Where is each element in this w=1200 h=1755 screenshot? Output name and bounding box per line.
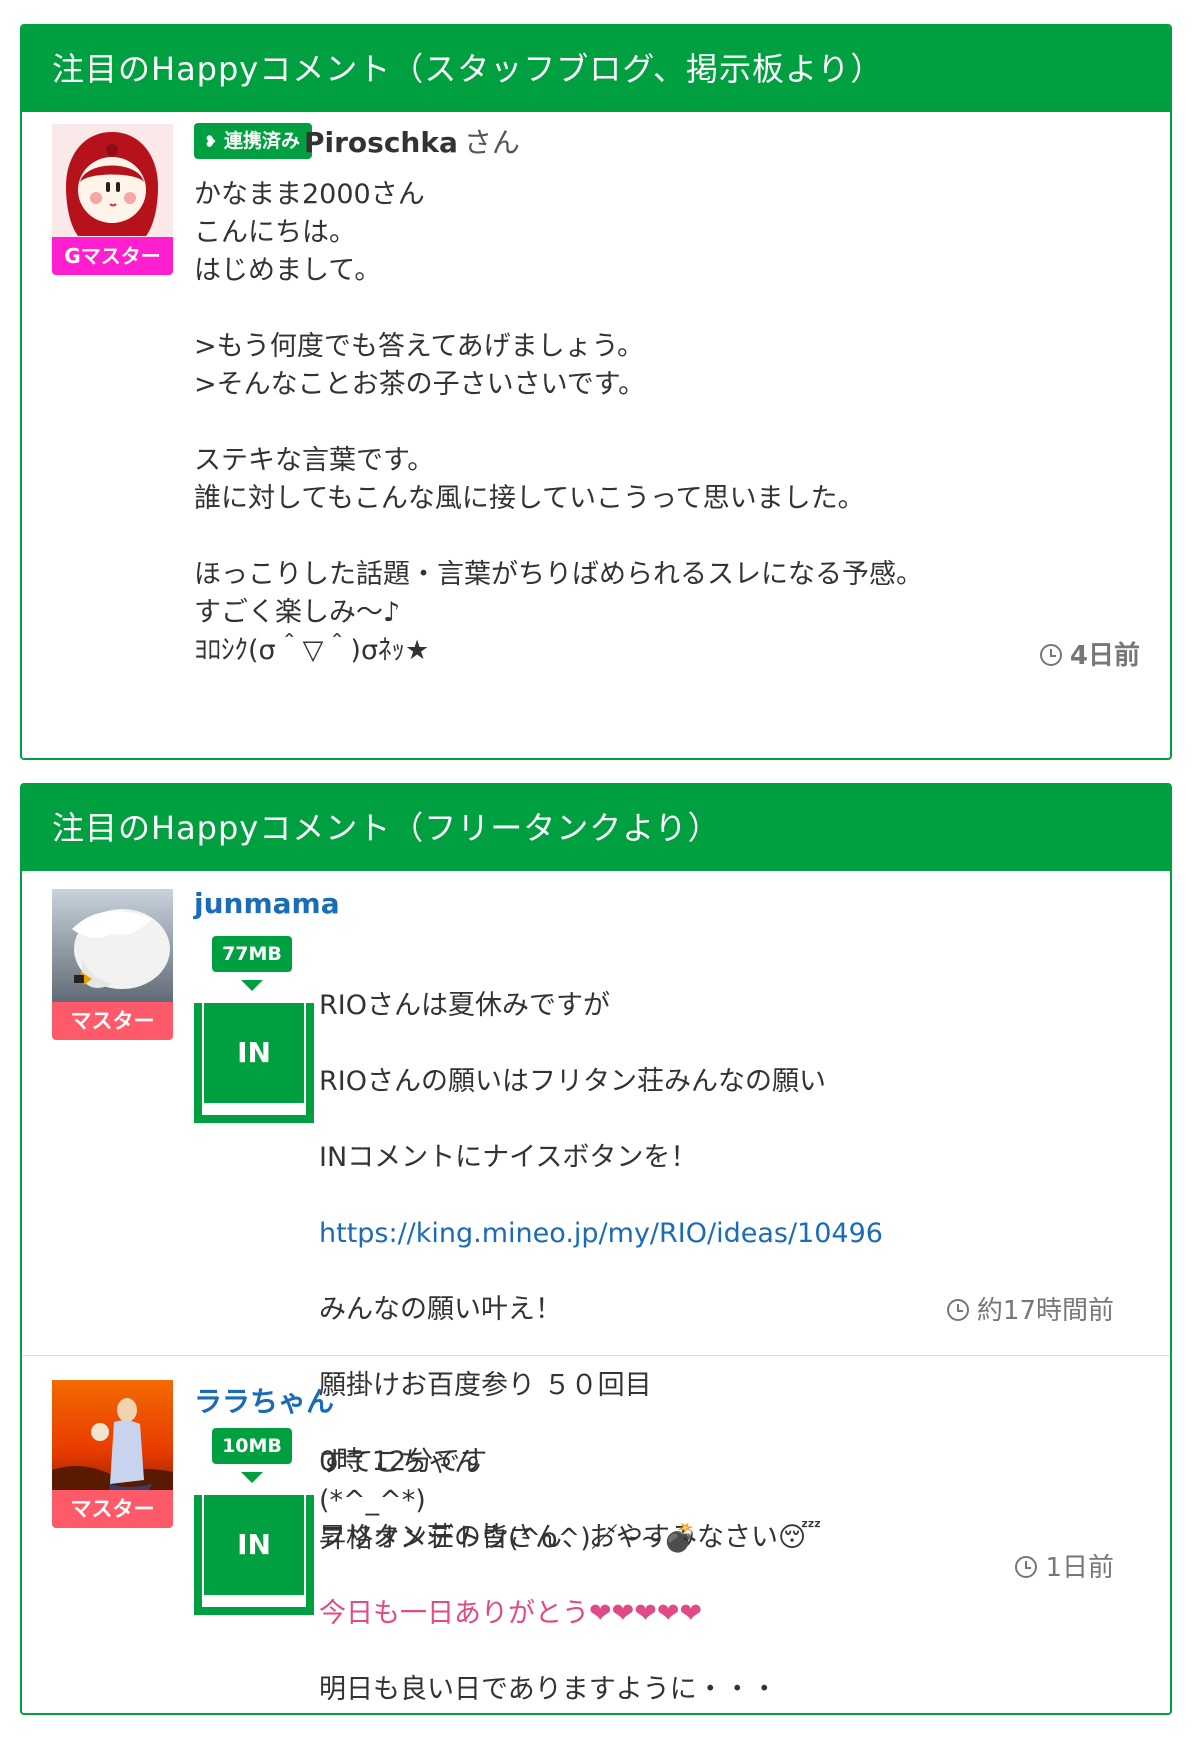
comment-avatar-block[interactable]: Gマスター <box>52 124 173 275</box>
comment-time: 約17時間前 <box>946 1290 1114 1327</box>
red-hood-avatar-icon <box>52 124 173 245</box>
happy-comment-card-blog: 注目のHappyコメント（スタッフブログ、掲示板より） Gマスター ❥ 連携済み… <box>20 24 1172 760</box>
linked-badge-label: 連携済み <box>224 130 301 152</box>
comment-time: 4日前 <box>1039 635 1140 672</box>
avatar[interactable] <box>52 1380 173 1501</box>
avatar[interactable] <box>52 124 173 245</box>
swan-photo-icon <box>52 889 173 1010</box>
card-title: 注目のHappyコメント（スタッフブログ、掲示板より） <box>22 26 1170 112</box>
body-line: 今日も一日ありがとう❤❤❤❤❤ <box>319 1598 703 1629</box>
rank-badge: マスター <box>52 1002 173 1040</box>
body-line: INコメントにナイスボタンを！ <box>319 1142 698 1173</box>
in-indicator: IN <box>194 1003 314 1123</box>
user-name[interactable]: ララちゃん <box>194 1380 334 1420</box>
comment-body: RIOさんは夏休みですが RIOさんの願いはフリタン荘みんなの願い INコメント… <box>319 949 1139 1713</box>
happy-comment-card-freetank: 注目のHappyコメント（フリータンクより） マスター junmama 77MB <box>20 783 1172 1715</box>
body-line: 願掛けお百度参り ５０回目 <box>319 1370 652 1401</box>
comment-avatar-block[interactable]: マスター <box>52 1380 173 1528</box>
card-title: 注目のHappyコメント（フリータンクより） <box>22 785 1170 871</box>
body-line: RIOさんの願いはフリタン荘みんなの願い <box>319 1066 826 1097</box>
clock-icon <box>946 1299 969 1321</box>
body-line: RIOさんは夏休みですが <box>319 990 610 1021</box>
time-text: 4日前 <box>1069 641 1140 671</box>
rank-badge: マスター <box>52 1490 173 1528</box>
comment-divider <box>22 1355 1170 1356</box>
idea-link[interactable]: https://king.mineo.jp/my/RIO/ideas/10496 <box>319 1218 883 1249</box>
honorific: さん <box>463 126 520 159</box>
time-text: 1日前 <box>1045 1553 1114 1583</box>
linked-badge: ❥ 連携済み <box>194 123 313 159</box>
in-label: IN <box>204 1495 304 1595</box>
user-name-text[interactable]: Piroschka <box>304 126 458 159</box>
user-name[interactable]: junmama <box>194 887 340 920</box>
avatar[interactable] <box>52 889 173 1010</box>
time-text: 約17時間前 <box>976 1296 1114 1326</box>
comment-body: すてこちゃん (*^_^*) 昇格オメデトウ(^o^)／~~💣 <box>319 1447 697 1554</box>
mb-badge: 10MB <box>212 1428 292 1464</box>
clock-icon <box>1039 644 1062 666</box>
down-arrow-icon <box>241 1472 263 1483</box>
clock-icon <box>1015 1556 1038 1578</box>
rank-badge: Gマスター <box>52 237 173 275</box>
in-label: IN <box>204 1003 304 1103</box>
heart-check-icon: ❥ <box>204 132 218 151</box>
body-line: 明日も良い日でありますように・・・ <box>319 1674 778 1705</box>
comment-avatar-block[interactable]: マスター <box>52 889 173 1040</box>
comment-body: かなまま2000さん こんにちは。 はじめまして。 >もう何度でも答えてあげまし… <box>194 179 923 666</box>
user-name[interactable]: Piroschka さん <box>304 121 520 161</box>
down-arrow-icon <box>241 980 263 991</box>
in-indicator: IN <box>194 1495 314 1615</box>
comment-time: 1日前 <box>1015 1547 1114 1584</box>
sunset-kimono-photo-icon <box>52 1380 173 1501</box>
mb-badge: 77MB <box>212 936 292 972</box>
